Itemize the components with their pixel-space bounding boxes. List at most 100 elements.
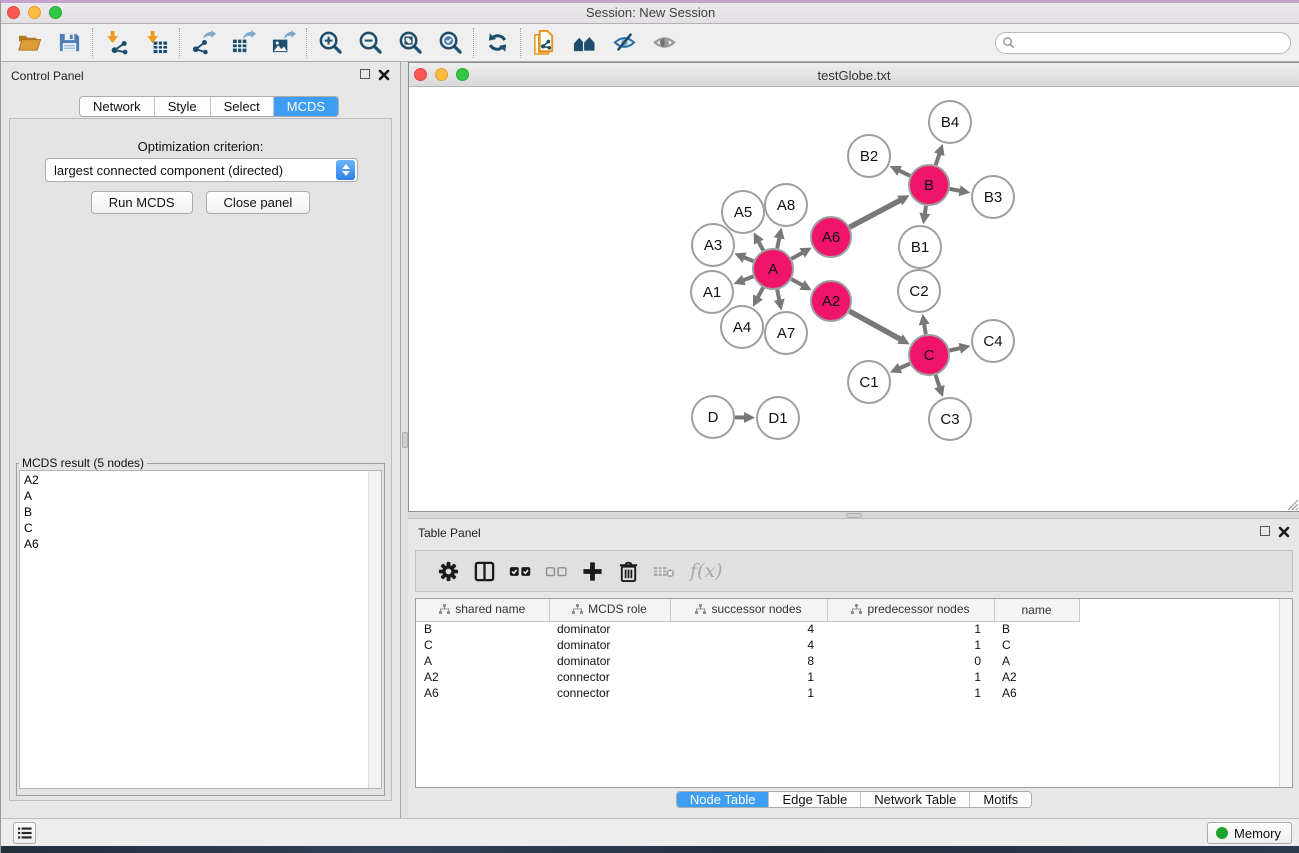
refresh-button[interactable]: [477, 27, 517, 59]
export-network-button[interactable]: [183, 27, 223, 59]
mcds-result-item[interactable]: B: [20, 504, 368, 520]
houses-button[interactable]: [564, 27, 604, 59]
unselect-all-columns-button[interactable]: [538, 554, 574, 588]
table-row[interactable]: A2connector11A2: [416, 669, 1279, 685]
tab-network-table[interactable]: Network Table: [860, 792, 969, 807]
table-cell[interactable]: 4: [670, 637, 827, 653]
import-network-button[interactable]: [96, 27, 136, 59]
table-cell[interactable]: 0: [827, 653, 994, 669]
table-cell[interactable]: A: [416, 653, 549, 669]
graph-edge-A2-C[interactable]: [849, 311, 909, 344]
graph-node-A3[interactable]: A3: [692, 224, 734, 266]
table-cell[interactable]: 1: [827, 669, 994, 685]
graph-node-A2[interactable]: A2: [811, 281, 851, 321]
graph-edge-A-A8[interactable]: [774, 228, 785, 249]
table-cell[interactable]: B: [994, 621, 1079, 637]
delete-row-button[interactable]: [610, 554, 646, 588]
run-mcds-button[interactable]: Run MCDS: [91, 191, 193, 214]
tab-edge-table[interactable]: Edge Table: [768, 792, 860, 807]
graph-node-C1[interactable]: C1: [848, 361, 890, 403]
table-cell[interactable]: 4: [670, 621, 827, 637]
close-panel-button[interactable]: Close panel: [206, 191, 311, 214]
show-all-button[interactable]: [644, 27, 684, 59]
task-history-button[interactable]: [13, 822, 36, 844]
graph-node-C4[interactable]: C4: [972, 320, 1014, 362]
optimization-criterion-dropdown[interactable]: largest connected component (directed): [45, 158, 358, 182]
add-row-button[interactable]: [574, 554, 610, 588]
memory-button[interactable]: Memory: [1207, 822, 1292, 844]
zoom-fit-button[interactable]: [390, 27, 430, 59]
graph-node-A5[interactable]: A5: [722, 191, 764, 233]
float-panel-icon[interactable]: [360, 69, 370, 79]
mcds-result-item[interactable]: A2: [20, 472, 368, 488]
graph-edge-A-A7[interactable]: [774, 290, 785, 311]
table-cell[interactable]: 1: [827, 621, 994, 637]
column-header-name[interactable]: name: [994, 599, 1079, 621]
graph-node-D[interactable]: D: [692, 396, 734, 438]
table-cell[interactable]: connector: [549, 685, 670, 701]
close-table-panel-icon[interactable]: [1278, 525, 1290, 537]
graph-node-C2[interactable]: C2: [898, 270, 940, 312]
graph-node-B4[interactable]: B4: [929, 101, 971, 143]
zoom-out-button[interactable]: [350, 27, 390, 59]
mcds-result-item[interactable]: A: [20, 488, 368, 504]
table-cell[interactable]: A: [994, 653, 1079, 669]
graph-edge-C-C3[interactable]: [934, 375, 944, 397]
column-header-predecessor-nodes[interactable]: predecessor nodes: [827, 599, 994, 621]
tab-style[interactable]: Style: [154, 97, 210, 116]
table-cell[interactable]: dominator: [549, 621, 670, 637]
table-cell[interactable]: dominator: [549, 637, 670, 653]
settings-gear-button[interactable]: [430, 554, 466, 588]
table-cell[interactable]: A2: [994, 669, 1079, 685]
zoom-in-button[interactable]: [310, 27, 350, 59]
graph-node-A7[interactable]: A7: [765, 312, 807, 354]
close-panel-icon[interactable]: [378, 68, 390, 80]
tab-select[interactable]: Select: [210, 97, 273, 116]
graph-edge-C-C2[interactable]: [919, 314, 930, 335]
graph-node-C3[interactable]: C3: [929, 398, 971, 440]
graph-node-A8[interactable]: A8: [765, 184, 807, 226]
graph-edge-B-B1[interactable]: [919, 206, 930, 224]
mcds-result-item[interactable]: C: [20, 520, 368, 536]
graph-edge-A-A1[interactable]: [734, 275, 754, 285]
graph-edge-B-B4[interactable]: [934, 144, 944, 165]
graph-node-A4[interactable]: A4: [721, 306, 763, 348]
column-header-shared-name[interactable]: shared name: [416, 599, 549, 621]
open-file-button[interactable]: [9, 27, 49, 59]
float-table-panel-icon[interactable]: [1260, 526, 1270, 536]
graph-edge-A6-B[interactable]: [850, 195, 910, 227]
graph-node-A6[interactable]: A6: [811, 217, 851, 257]
graph-edge-C-C1[interactable]: [890, 363, 910, 373]
table-cell[interactable]: A2: [416, 669, 549, 685]
graph-edge-C-C4[interactable]: [950, 343, 971, 354]
mcds-result-item[interactable]: A6: [20, 536, 368, 552]
zoom-selected-button[interactable]: [430, 27, 470, 59]
graph-edge-D-D1[interactable]: [735, 412, 755, 423]
result-list-scrollbar[interactable]: [368, 471, 381, 788]
graph-node-A[interactable]: A: [753, 249, 793, 289]
hide-selected-button[interactable]: [604, 27, 644, 59]
window-resize-grip[interactable]: [1285, 497, 1298, 510]
graph-node-B[interactable]: B: [909, 165, 949, 205]
function-builder-button[interactable]: f(x): [690, 560, 723, 582]
table-cell[interactable]: 8: [670, 653, 827, 669]
table-cell[interactable]: 1: [670, 669, 827, 685]
search-input[interactable]: [1015, 34, 1290, 52]
network-canvas[interactable]: AA1A2A3A4A5A6A7A8BB1B2B3B4CC1C2C3C4DD1: [409, 87, 1299, 511]
table-row[interactable]: Bdominator41B: [416, 621, 1279, 637]
tab-mcds[interactable]: MCDS: [273, 97, 338, 116]
graph-node-C[interactable]: C: [909, 335, 949, 375]
table-cell[interactable]: C: [416, 637, 549, 653]
table-cell[interactable]: 1: [670, 685, 827, 701]
table-row[interactable]: Adominator80A: [416, 653, 1279, 669]
table-cell[interactable]: C: [994, 637, 1079, 653]
graph-edge-A-A4[interactable]: [753, 288, 763, 307]
table-cell[interactable]: 1: [827, 637, 994, 653]
graph-edge-B-B3[interactable]: [950, 185, 971, 196]
graph-node-D1[interactable]: D1: [757, 397, 799, 439]
table-cell[interactable]: connector: [549, 669, 670, 685]
graph-edge-B-B2[interactable]: [890, 166, 910, 176]
graph-edge-A-A2[interactable]: [791, 279, 811, 290]
table-cell[interactable]: 1: [827, 685, 994, 701]
table-cell[interactable]: A6: [994, 685, 1079, 701]
